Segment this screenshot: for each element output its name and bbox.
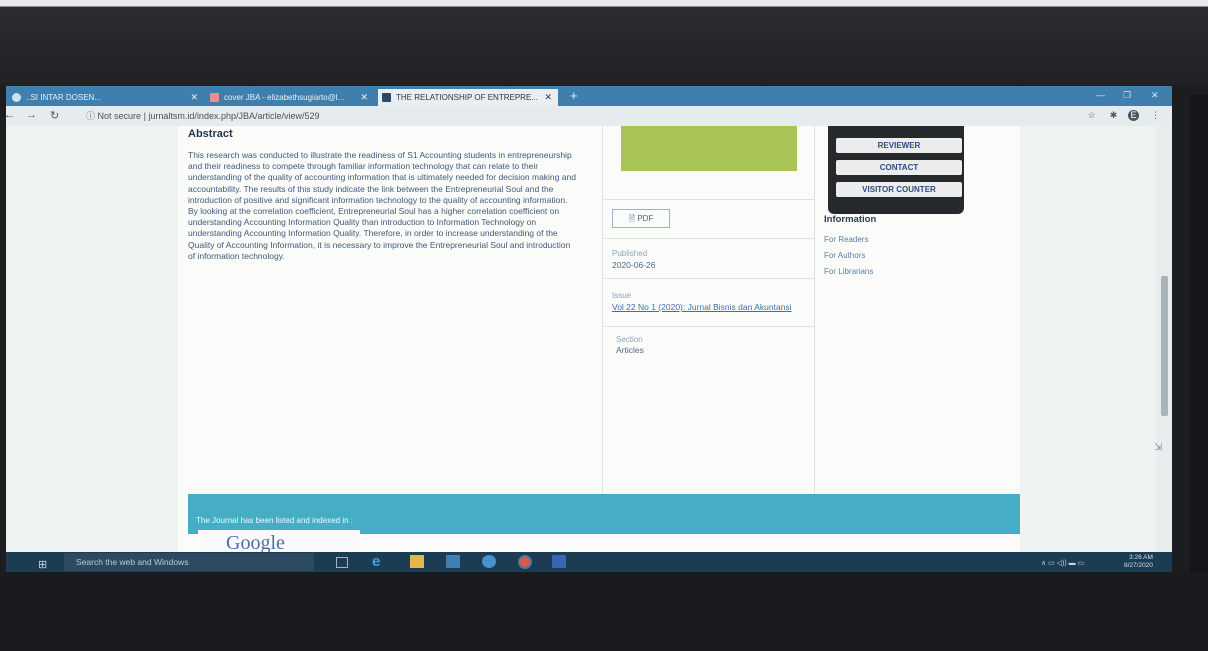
menu-kebab-icon[interactable]: ⋮ [1150, 110, 1161, 121]
new-tab-button[interactable]: + [570, 88, 578, 103]
detail-divider [604, 199, 814, 200]
gmail-icon [210, 93, 219, 102]
section-value: Articles [616, 345, 644, 355]
security-label: Not secure [97, 111, 142, 121]
tab-article[interactable]: THE RELATIONSHIP OF ENTREPRE... ✕ [378, 89, 558, 106]
visitor-counter-button[interactable]: VISITOR COUNTER [834, 180, 964, 199]
chrome-icon[interactable] [518, 555, 532, 569]
reviewer-button[interactable]: REVIEWER [834, 136, 964, 155]
laptop-screen: ..SI INTAR DOSEN... ✕ cover JBA - elizab… [6, 86, 1172, 572]
word-icon[interactable] [552, 555, 566, 568]
close-window-icon[interactable]: ✕ [1151, 90, 1159, 101]
close-icon[interactable]: ✕ [544, 89, 552, 106]
clock-time: 3:26 AM [1129, 554, 1153, 561]
browser-tab-bar: ..SI INTAR DOSEN... ✕ cover JBA - elizab… [6, 86, 1172, 106]
tab-favicon-icon [12, 93, 21, 102]
google-scholar-logo[interactable]: Google [198, 530, 360, 554]
address-bar: ← → ↻ ⓘ Not secure | jurnaltsm.id/index.… [6, 106, 1172, 126]
detail-divider [604, 238, 814, 239]
windows-start-icon[interactable]: ⊞ [38, 558, 47, 571]
pdf-label: PDF [637, 214, 654, 223]
edge-browser-icon[interactable]: e [372, 554, 386, 569]
forward-arrow-icon[interactable]: → [26, 109, 37, 121]
column-divider [814, 126, 815, 506]
taskbar-clock[interactable]: 3:26 AM 8/27/2020 [1124, 554, 1153, 570]
store-icon[interactable] [446, 555, 460, 568]
column-divider [602, 126, 603, 506]
tab-label: ..SI INTAR DOSEN... [26, 93, 101, 102]
issue-label: Issue [612, 291, 632, 300]
detail-divider [604, 326, 814, 327]
issue-link[interactable]: Vol 22 No 1 (2020): Jurnal Bisnis dan Ak… [612, 302, 792, 312]
monitor-bottom-bezel [0, 572, 1208, 651]
journal-favicon-icon [382, 93, 391, 102]
abstract-heading: Abstract [188, 128, 233, 140]
for-librarians-link[interactable]: For Librarians [824, 267, 873, 276]
close-icon[interactable]: ✕ [190, 89, 198, 106]
mouse-cursor-icon: ⇲ [1154, 442, 1163, 453]
extensions-icon[interactable]: ✱ [1108, 110, 1119, 121]
indexed-text: The Journal has been listed and indexed … [196, 516, 353, 525]
for-readers-link[interactable]: For Readers [824, 235, 868, 244]
info-icon: ⓘ [86, 111, 96, 121]
for-authors-link[interactable]: For Authors [824, 251, 865, 260]
minimize-icon[interactable]: — [1096, 90, 1105, 100]
information-heading: Information [824, 214, 877, 225]
journal-cover-image[interactable] [621, 126, 797, 171]
tab-gmail[interactable]: cover JBA - elizabethsugiarto@l... ✕ [206, 89, 374, 106]
profile-avatar-icon[interactable]: E [1128, 110, 1139, 121]
close-icon[interactable]: ✕ [360, 89, 368, 106]
url-field[interactable]: ⓘ Not secure | jurnaltsm.id/index.php/JB… [86, 108, 320, 124]
back-arrow-icon[interactable]: ← [6, 109, 15, 121]
url-text: jurnaltsm.id/index.php/JBA/article/view/… [148, 111, 320, 121]
indexing-footer-band [188, 494, 1020, 534]
detail-divider [604, 278, 814, 279]
published-label: Published [612, 249, 648, 258]
section-label: Section [616, 335, 643, 344]
abstract-text: This research was conducted to illustrat… [188, 150, 576, 261]
monitor-top-bezel [0, 0, 1208, 85]
reload-icon[interactable]: ↻ [50, 109, 59, 122]
tab-label: cover JBA - elizabethsugiarto@l... [224, 93, 345, 102]
mail-app-icon[interactable] [482, 555, 496, 568]
contact-button[interactable]: CONTACT [834, 158, 964, 177]
system-tray-icons[interactable]: ∧ ▭ ◁)) ▬ ▭ [1041, 559, 1084, 567]
task-view-icon[interactable] [336, 557, 348, 568]
scrollbar-thumb[interactable] [1161, 276, 1168, 416]
taskbar-search-box[interactable]: Search the web and Windows [64, 553, 314, 571]
tab-label: THE RELATIONSHIP OF ENTREPRE... [396, 93, 538, 102]
maximize-icon[interactable]: ❐ [1123, 90, 1131, 101]
star-icon[interactable]: ☆ [1086, 110, 1097, 121]
pdf-download-button[interactable]: 🗎 PDF [612, 209, 670, 228]
published-date: 2020-06-26 [612, 260, 656, 270]
file-explorer-icon[interactable] [410, 555, 424, 568]
clock-date: 8/27/2020 [1124, 562, 1153, 569]
tab-siintar[interactable]: ..SI INTAR DOSEN... ✕ [8, 89, 204, 106]
monitor-right-bezel [1190, 95, 1208, 575]
